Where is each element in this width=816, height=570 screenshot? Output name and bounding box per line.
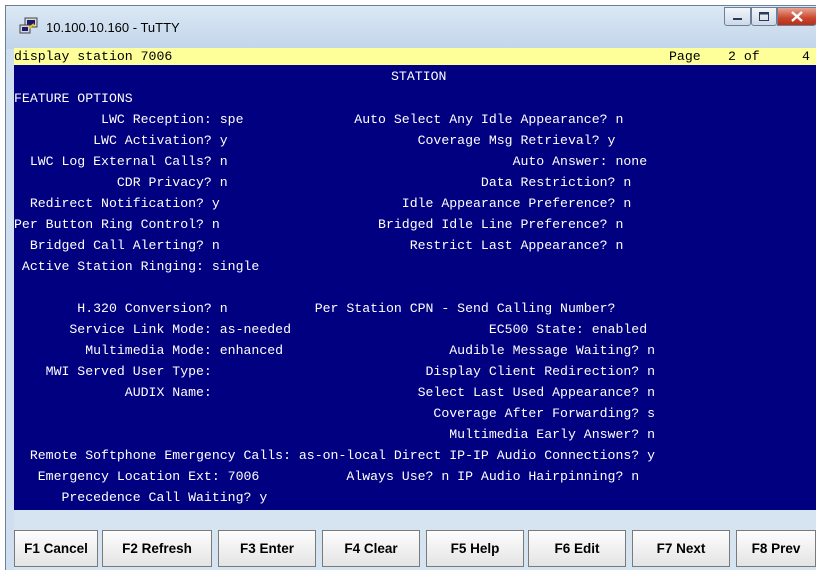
terminal-line: AUDIX Name: Select Last Used Appearance?… [14,385,656,400]
putty-app-icon[interactable] [19,17,39,35]
terminal-line: Active Station Ringing: single [14,259,260,274]
f2-refresh-button[interactable]: F2 Refresh [102,530,212,567]
function-key-bar: F1 Cancel F2 Refresh F3 Enter F4 Clear F… [14,510,816,570]
terminal-line: Redirect Notification? y Idle Appearance… [14,196,632,211]
terminal-line: Emergency Location Ext: 7006 Always Use?… [14,469,640,484]
screen-title: STATION [391,69,447,84]
terminal-line: Per Button Ring Control? n Bridged Idle … [14,217,624,232]
window-title: 10.100.10.160 - TuTTY [46,20,180,35]
terminal-line: LWC Activation? y Coverage Msg Retrieval… [14,133,616,148]
terminal-line: Multimedia Early Answer? n [14,427,656,442]
f6-edit-button[interactable]: F6 Edit [528,530,626,567]
terminal-line: MWI Served User Type: Display Client Red… [14,364,656,379]
section-heading: FEATURE OPTIONS [14,91,133,106]
title-bar[interactable]: 10.100.10.160 - TuTTY [6,6,816,49]
maximize-icon [759,12,769,21]
f1-cancel-button[interactable]: F1 Cancel [14,530,98,567]
terminal-line: H.320 Conversion? n Per Station CPN - Se… [14,301,616,316]
terminal-line: Multimedia Mode: enhanced Audible Messag… [14,343,656,358]
page-label: Page [669,49,701,64]
f5-help-button[interactable]: F5 Help [426,530,524,567]
maximize-button[interactable] [751,7,777,26]
command-text: display station 7006 [14,49,173,64]
minimize-icon [733,18,742,20]
terminal-line: Coverage After Forwarding? s [14,406,656,421]
terminal-screen[interactable]: display station 7006 Page 2 of 4 STATION… [14,48,816,510]
f4-clear-button[interactable]: F4 Clear [322,530,420,567]
close-icon [791,11,803,22]
terminal-line: Precedence Call Waiting? y [14,490,268,505]
terminal-line: Service Link Mode: as-needed EC500 State… [14,322,648,337]
f3-enter-button[interactable]: F3 Enter [218,530,316,567]
page-number: 2 of [728,49,760,64]
f8-prev-button[interactable]: F8 Prev [736,530,816,567]
minimize-button[interactable] [724,7,751,26]
page-total: 4 [802,49,810,64]
terminal-line: Remote Softphone Emergency Calls: as-on-… [14,448,656,463]
close-button[interactable] [777,7,816,26]
f7-next-button[interactable]: F7 Next [632,530,730,567]
terminal-line: Bridged Call Alerting? n Restrict Last A… [14,238,624,253]
terminal-line: LWC Reception: spe Auto Select Any Idle … [14,112,624,127]
terminal-line: CDR Privacy? n Data Restriction? n [14,175,632,190]
terminal-line: LWC Log External Calls? n Auto Answer: n… [14,154,648,169]
